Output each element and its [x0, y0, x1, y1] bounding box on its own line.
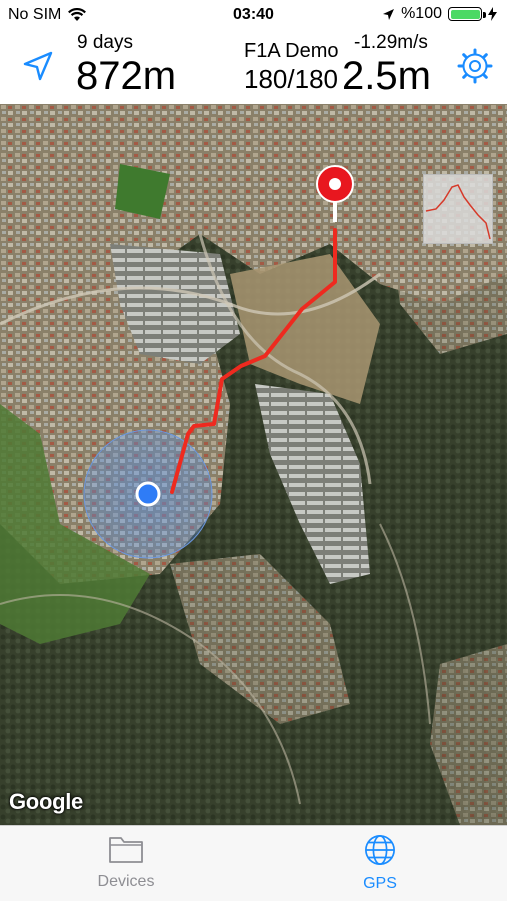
gear-icon[interactable]	[457, 48, 493, 84]
tab-bar: Devices GPS	[0, 825, 507, 901]
telemetry-header: 9 days 872m F1A Demo 180/180 -1.29m/s 2.…	[0, 30, 507, 104]
tab-devices[interactable]: Devices	[66, 834, 186, 891]
navigation-arrow-icon[interactable]	[22, 50, 54, 82]
satellite-map[interactable]: Google	[0, 104, 507, 825]
point-count: 180/180	[244, 64, 338, 94]
battery-percent: %100	[401, 5, 442, 22]
battery-fill	[450, 9, 480, 19]
vertical-speed: -1.29m/s	[354, 32, 428, 53]
globe-icon	[365, 835, 395, 865]
folder-icon	[109, 837, 143, 863]
status-bar: No SIM 03:40 %100	[0, 0, 507, 30]
map-attribution: Google	[9, 789, 83, 814]
distance-value: 872m	[76, 54, 177, 98]
device-name: F1A Demo	[244, 40, 339, 62]
tab-gps-label: GPS	[363, 875, 397, 892]
altitude-value: 2.5m	[342, 54, 431, 98]
elapsed-time: 9 days	[77, 32, 133, 53]
tab-gps[interactable]: GPS	[320, 834, 440, 893]
battery-icon	[448, 7, 486, 21]
charging-bolt-icon	[488, 7, 497, 21]
tab-devices-label: Devices	[97, 873, 155, 890]
altitude-mini-chart	[423, 174, 493, 244]
user-location-dot	[135, 481, 161, 507]
location-arrow-icon	[383, 8, 395, 20]
